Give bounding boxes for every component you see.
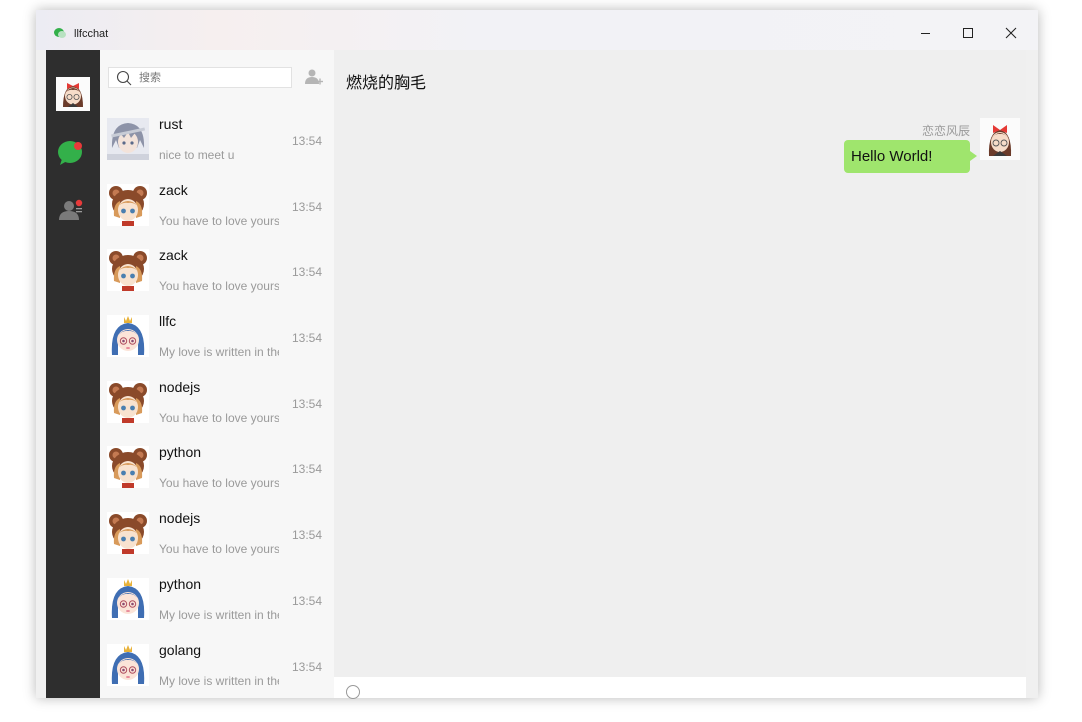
chat-avatar [107,315,149,358]
message-avatar [980,118,1020,160]
chat-name: nodejs [159,378,201,395]
app-logo-icon [54,28,66,39]
window-edge [1026,50,1038,698]
chat-list: rust nice to meet u 13:54 zack You have to l… [100,108,334,698]
chat-time: 13:54 [292,265,323,280]
chat-list-panel: rust nice to meet u 13:54 zack You have to l… [100,50,334,698]
close-icon [1005,27,1017,39]
chat-avatar [107,577,149,620]
chat-preview: You have to love yourself [159,213,279,228]
chat-name: golang [159,641,202,658]
chat-name: python [159,575,202,592]
chat-avatar [107,183,149,226]
contacts-nav-button[interactable] [58,198,86,222]
chat-preview: My love is written in the wind [159,673,279,688]
chat-list-item[interactable]: llfc My love is written in the wind 13:54 [100,305,334,371]
app-window: llfcchat 搜索 rust nice to meet u 13:54 za… [36,10,1038,699]
minimize-button[interactable] [915,23,935,43]
search-input[interactable] [139,70,287,85]
chat-avatar [107,643,149,686]
chat-preview: You have to love yourself [159,476,279,491]
message-bubble[interactable]: Hello World! [844,140,977,173]
chat-time: 13:54 [292,396,323,411]
chat-time: 13:54 [292,134,323,148]
message-input-area[interactable] [334,677,1026,699]
maximize-button[interactable] [958,23,978,43]
chat-time: 13:54 [292,199,323,214]
chat-time: 13:54 [292,593,323,608]
nav-sidebar [46,50,100,698]
chat-time: 13:54 [292,462,323,477]
chat-name: python [159,444,202,461]
chat-list-item[interactable]: nodejs You have to love yourself 13:54 [100,502,334,568]
user-avatar[interactable] [56,77,90,111]
chat-list-item[interactable]: nodejs You have to love yourself 13:54 [100,371,334,437]
chat-list-item[interactable]: zack You have to love yourself 13:54 [100,174,334,240]
emoji-icon[interactable] [346,685,360,699]
conversation-panel: 燃烧的胸毛 恋恋风辰 Hello World! [334,50,1026,699]
search-box[interactable] [108,67,292,88]
chat-preview: nice to meet u [159,148,235,162]
chat-time: 13:54 [292,331,323,346]
minimize-icon [921,33,930,34]
conversation-title: 燃烧的胸毛 [346,75,427,92]
chat-name: zack [159,181,188,198]
chat-avatar [107,118,149,160]
chat-list-item[interactable]: rust nice to meet u 13:54 [100,108,334,174]
maximize-icon [963,28,973,38]
chat-time: 13:54 [292,528,323,543]
chat-avatar [107,446,149,489]
add-user-icon [305,69,323,85]
chat-list-item[interactable]: python My love is written in the wind 13:5… [100,568,334,634]
title-bar[interactable]: llfcchat [36,10,1038,50]
chat-name: zack [159,247,188,264]
close-button[interactable] [1001,23,1021,43]
chat-time: 13:54 [292,659,323,674]
add-friend-button[interactable] [304,67,324,87]
contacts-icon [59,199,83,220]
chat-avatar [107,249,149,292]
chat-list-item[interactable]: golang My love is written in the wind 13:5… [100,634,334,699]
chat-preview: You have to love yourself [159,279,279,294]
window-title: llfcchat [74,28,109,40]
search-icon [116,70,132,86]
chat-name: nodejs [159,510,201,527]
chat-bubble-icon [58,141,82,165]
chat-preview: My love is written in the wind [159,607,279,622]
chat-preview: You have to love yourself [159,542,279,557]
chat-name: rust [159,116,183,132]
chat-name: llfc [159,313,177,330]
chat-nav-button[interactable] [57,138,87,166]
chat-avatar [107,512,149,555]
chat-avatar [107,380,149,423]
chat-list-item[interactable]: zack You have to love yourself 13:54 [100,239,334,305]
chat-list-item[interactable]: python You have to love yourself 13:54 [100,436,334,502]
chat-preview: My love is written in the wind [159,345,279,360]
chat-preview: You have to love yourself [159,410,279,425]
message-sender: 恋恋风辰 [921,124,970,138]
